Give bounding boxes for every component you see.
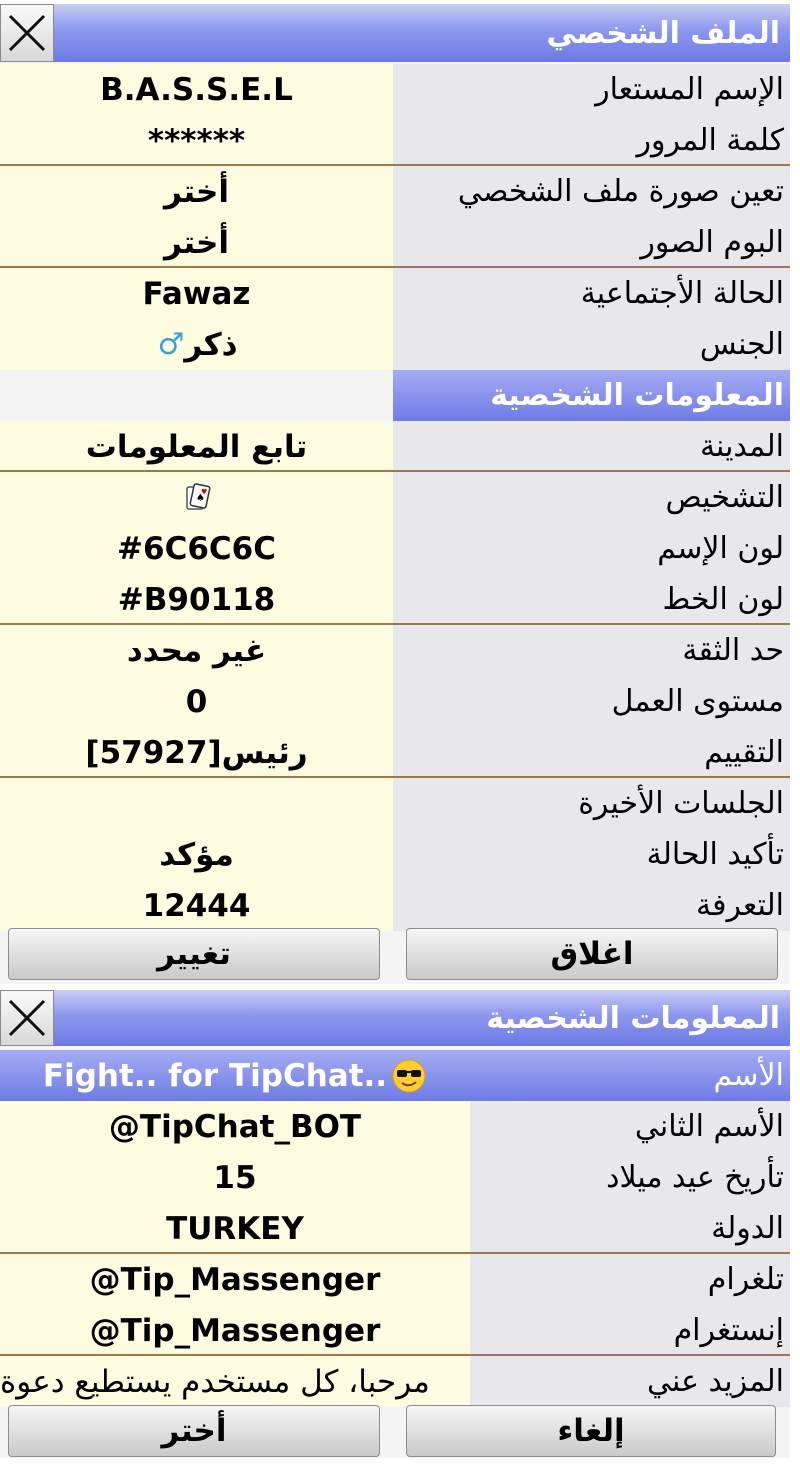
svg-text:♥: ♥	[201, 488, 207, 496]
city-label: المدينة	[393, 421, 790, 472]
playing-card-icon: ♠ ♥	[185, 482, 210, 510]
rating-label: التقييم	[393, 727, 790, 778]
profile-picture-choose[interactable]: أختر	[0, 166, 393, 217]
row-country[interactable]: TURKEY الدولة	[0, 1203, 790, 1254]
profile-picture-label: تعين صورة ملف الشخصي	[393, 166, 790, 217]
close-icon	[8, 999, 46, 1037]
telegram-value: @Tip_Massenger	[0, 1254, 470, 1305]
gender-text: ذكر	[184, 326, 238, 363]
tariff-label: التعرفة	[393, 880, 790, 931]
gender-label: الجنس	[393, 319, 790, 370]
font-color-value: #B90118	[0, 574, 393, 625]
social-status-label: الحالة الأجتماعية	[393, 268, 790, 319]
row-name-color[interactable]: #6C6C6C لون الإسم	[0, 523, 790, 574]
section-header-blank	[0, 370, 393, 421]
row-gender[interactable]: ذكر ♂ الجنس	[0, 319, 790, 370]
telegram-label: تلغرام	[470, 1254, 790, 1305]
row-about-me[interactable]: مرحبا، كل مستخدم يستطيع دعوة المزيد عني	[0, 1356, 790, 1407]
profile-title-bar: الملف الشخصي	[0, 4, 790, 62]
change-button[interactable]: تغيير	[8, 928, 380, 980]
name-color-label: لون الإسم	[393, 523, 790, 574]
row-city[interactable]: تابع المعلومات المدينة	[0, 421, 790, 472]
work-level-label: مستوى العمل	[393, 676, 790, 727]
row-password[interactable]: ****** كلمة المرور	[0, 115, 790, 166]
section-header-label: المعلومات الشخصية	[393, 370, 790, 421]
social-status-value: Fawaz	[0, 268, 393, 319]
profile-table: B.A.S.S.E.L الإسم المستعار ****** كلمة ا…	[0, 64, 790, 931]
row-recent-sessions[interactable]: الجلسات الأخيرة	[0, 778, 790, 829]
row-profile-picture[interactable]: أختر تعين صورة ملف الشخصي	[0, 166, 790, 217]
personal-info-table: Fight.. for TipChat.. الأسم @TipChat_BOT…	[0, 1050, 790, 1407]
row-diagnosis[interactable]: ♠ ♥ التشخيص	[0, 472, 790, 523]
second-name-value: @TipChat_BOT	[0, 1101, 470, 1152]
diagnosis-value: ♠ ♥	[0, 472, 393, 523]
photo-album-choose[interactable]: أختر	[0, 217, 393, 268]
recent-sessions-label: الجلسات الأخيرة	[393, 778, 790, 829]
country-value: TURKEY	[0, 1203, 470, 1254]
row-tariff[interactable]: 12444 التعرفة	[0, 880, 790, 931]
name-value: Fight.. for TipChat..	[0, 1050, 470, 1101]
row-status-confirmation[interactable]: مؤكد تأكيد الحالة	[0, 829, 790, 880]
photo-album-label: البوم الصور	[393, 217, 790, 268]
profile-close-button[interactable]: اغلاق	[406, 928, 778, 980]
male-sign-icon: ♂	[157, 327, 185, 362]
birthday-value: 15	[0, 1152, 470, 1203]
section-header-personal-info: المعلومات الشخصية	[0, 370, 790, 421]
close-button[interactable]	[0, 4, 54, 62]
name-text: Fight.. for TipChat..	[42, 1057, 388, 1094]
personal-title: المعلومات الشخصية	[486, 1000, 780, 1036]
rating-value: رئيس[57927]	[0, 727, 393, 778]
row-rating[interactable]: رئيس[57927] التقييم	[0, 727, 790, 778]
row-social-status[interactable]: Fawaz الحالة الأجتماعية	[0, 268, 790, 319]
diagnosis-label: التشخيص	[393, 472, 790, 523]
row-font-color[interactable]: #B90118 لون الخط	[0, 574, 790, 625]
row-nickname[interactable]: B.A.S.S.E.L الإسم المستعار	[0, 64, 790, 115]
row-second-name[interactable]: @TipChat_BOT الأسم الثاني	[0, 1101, 790, 1152]
second-name-label: الأسم الثاني	[470, 1101, 790, 1152]
row-photo-album[interactable]: أختر البوم الصور	[0, 217, 790, 268]
recent-sessions-value	[0, 778, 393, 829]
personal-title-bar: المعلومات الشخصية	[0, 990, 790, 1046]
nickname-value: B.A.S.S.E.L	[0, 64, 393, 115]
close-button-2[interactable]	[0, 990, 54, 1046]
row-instagram[interactable]: @Tip_Massenger إنستغرام	[0, 1305, 790, 1356]
gender-value: ذكر ♂	[0, 319, 393, 370]
page-title: الملف الشخصي	[546, 15, 780, 51]
status-confirmation-label: تأكيد الحالة	[393, 829, 790, 880]
status-confirmation-value: مؤكد	[0, 829, 393, 880]
sunglasses-face-icon	[392, 1059, 426, 1092]
name-label: الأسم	[470, 1050, 790, 1101]
row-trust-limit[interactable]: غير محدد حد الثقة	[0, 625, 790, 676]
password-label: كلمة المرور	[393, 115, 790, 166]
cancel-button[interactable]: إلغاء	[406, 1405, 776, 1457]
trust-limit-value: غير محدد	[0, 625, 393, 676]
row-telegram[interactable]: @Tip_Massenger تلغرام	[0, 1254, 790, 1305]
instagram-label: إنستغرام	[470, 1305, 790, 1356]
country-label: الدولة	[470, 1203, 790, 1254]
row-name[interactable]: Fight.. for TipChat.. الأسم	[0, 1050, 790, 1101]
password-value: ******	[0, 115, 393, 166]
name-color-value: #6C6C6C	[0, 523, 393, 574]
about-me-label: المزيد عني	[470, 1356, 790, 1407]
nickname-label: الإسم المستعار	[393, 64, 790, 115]
birthday-label: تأريخ عيد ميلاد	[470, 1152, 790, 1203]
font-color-label: لون الخط	[393, 574, 790, 625]
row-work-level[interactable]: 0 مستوى العمل	[0, 676, 790, 727]
choose-button[interactable]: أختر	[8, 1405, 380, 1457]
instagram-value: @Tip_Massenger	[0, 1305, 470, 1356]
close-icon	[8, 14, 46, 52]
row-birthday[interactable]: 15 تأريخ عيد ميلاد	[0, 1152, 790, 1203]
work-level-value: 0	[0, 676, 393, 727]
tariff-value: 12444	[0, 880, 393, 931]
city-value: تابع المعلومات	[0, 421, 393, 472]
trust-limit-label: حد الثقة	[393, 625, 790, 676]
about-me-value: مرحبا، كل مستخدم يستطيع دعوة	[0, 1356, 478, 1407]
